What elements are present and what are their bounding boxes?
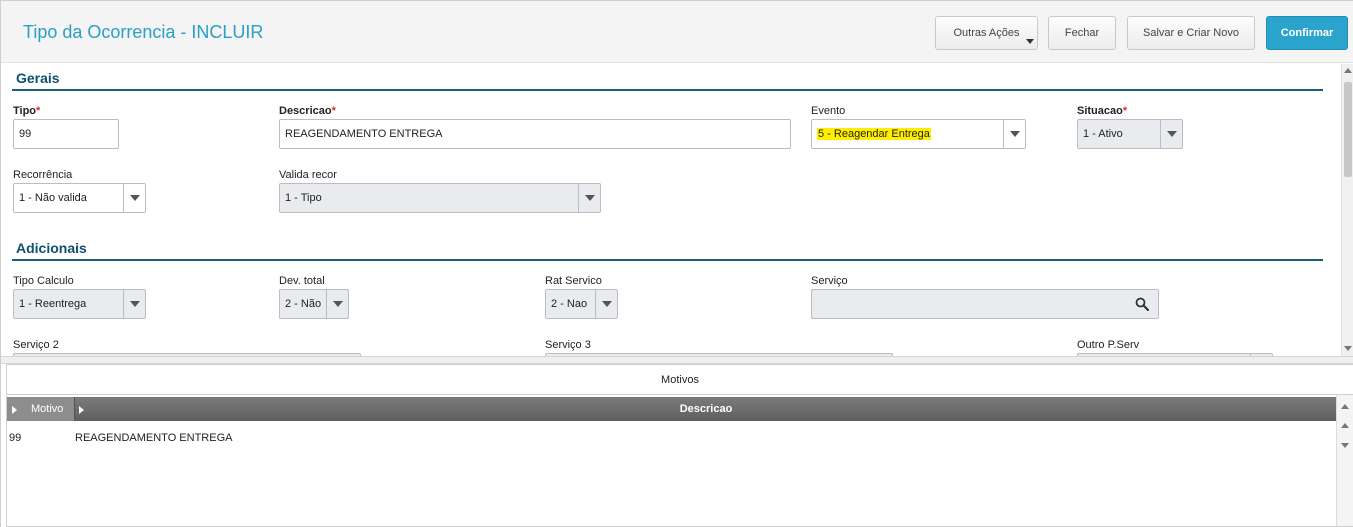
dev-total-label: Dev. total: [279, 275, 325, 287]
valida-recor-select[interactable]: 1 - Tipo: [279, 183, 601, 213]
dev-total-select[interactable]: 2 - Não: [279, 289, 349, 319]
evento-label: Evento: [811, 105, 846, 117]
section-title-gerais: Gerais: [16, 70, 60, 86]
search-icon[interactable]: [1135, 297, 1149, 311]
panel-splitter[interactable]: [1, 356, 1353, 364]
evento-value: 5 - Reagendar Entrega: [817, 128, 931, 140]
rat-servico-label: Rat Servico: [545, 275, 602, 287]
scroll-down-icon[interactable]: [1344, 346, 1352, 351]
tipo-calculo-value: 1 - Reentrega: [19, 298, 87, 310]
grid-header: Motivo Descricao: [7, 397, 1337, 421]
section-title-adicionais: Adicionais: [16, 240, 87, 256]
chevron-down-icon[interactable]: [123, 290, 145, 318]
scroll-down-icon[interactable]: [1341, 443, 1349, 448]
scroll-top-icon[interactable]: [1341, 404, 1349, 409]
column-menu-icon[interactable]: [12, 406, 17, 414]
recorrencia-select[interactable]: 1 - Não valida: [13, 183, 146, 213]
form-scrollbar[interactable]: [1341, 64, 1353, 356]
evento-select[interactable]: 5 - Reagendar Entrega: [811, 119, 1026, 149]
servico3-label: Serviço 3: [545, 339, 591, 351]
tipo-calculo-select[interactable]: 1 - Reentrega: [13, 289, 146, 319]
fechar-button[interactable]: Fechar: [1048, 16, 1116, 50]
outras-acoes-button[interactable]: Outras Ações: [935, 16, 1038, 50]
motivos-grid: Motivo Descricao 99 REAGENDAMENTO ENTREG…: [6, 394, 1353, 527]
scroll-up-icon[interactable]: [1344, 68, 1352, 73]
descricao-input[interactable]: REAGENDAMENTO ENTREGA: [279, 119, 791, 149]
situacao-value: 1 - Ativo: [1083, 128, 1123, 140]
chevron-down-icon[interactable]: [326, 290, 348, 318]
tipo-calculo-label: Tipo Calculo: [13, 275, 74, 287]
recorrencia-label: Recorrência: [13, 169, 73, 181]
scroll-up-icon[interactable]: [1341, 423, 1349, 428]
header-bar: Tipo da Ocorrencia - INCLUIR Outras Açõe…: [1, 0, 1353, 63]
cell-descricao: REAGENDAMENTO ENTREGA: [75, 432, 233, 444]
chevron-down-icon[interactable]: [1003, 120, 1025, 148]
section-divider: [12, 259, 1323, 261]
recorrencia-value: 1 - Não valida: [19, 192, 87, 204]
servico2-label: Serviço 2: [13, 339, 59, 351]
chevron-down-icon[interactable]: [1160, 120, 1182, 148]
outro-pserv-label: Outro P.Serv: [1077, 339, 1140, 351]
chevron-down-icon: [1026, 39, 1034, 44]
table-row[interactable]: 99 REAGENDAMENTO ENTREGA: [7, 432, 1337, 446]
rat-servico-select[interactable]: 2 - Nao: [545, 289, 618, 319]
confirmar-button[interactable]: Confirmar: [1266, 16, 1348, 50]
form-panel: Gerais Tipo* 99 Descricao* REAGENDAMENTO…: [1, 64, 1341, 356]
cell-motivo: 99: [9, 432, 22, 444]
servico-input[interactable]: [811, 289, 1159, 319]
valida-recor-label: Valida recor: [279, 169, 337, 181]
column-header-descricao[interactable]: Descricao: [75, 397, 1337, 421]
situacao-select[interactable]: 1 - Ativo: [1077, 119, 1183, 149]
chevron-down-icon[interactable]: [578, 184, 600, 212]
salvar-criar-novo-button[interactable]: Salvar e Criar Novo: [1127, 16, 1255, 50]
descricao-label: Descricao*: [279, 105, 336, 117]
section-divider: [12, 89, 1323, 91]
column-header-motivo[interactable]: Motivo: [7, 397, 75, 421]
chevron-down-icon[interactable]: [123, 184, 145, 212]
situacao-label: Situacao*: [1077, 105, 1128, 117]
motivos-title: Motivos: [6, 364, 1353, 394]
rat-servico-value: 2 - Nao: [551, 298, 588, 310]
valida-recor-value: 1 - Tipo: [285, 192, 322, 204]
tipo-input[interactable]: 99: [13, 119, 119, 149]
grid-scrollbar[interactable]: [1336, 395, 1353, 526]
app-window: Tipo da Ocorrencia - INCLUIR Outras Açõe…: [0, 0, 1353, 527]
chevron-down-icon[interactable]: [595, 290, 617, 318]
dev-total-value: 2 - Não: [285, 298, 322, 310]
tipo-label: Tipo*: [13, 105, 41, 117]
page-title: Tipo da Ocorrencia - INCLUIR: [23, 22, 264, 42]
scrollbar-thumb[interactable]: [1344, 82, 1352, 177]
servico-label: Serviço: [811, 275, 848, 287]
outras-acoes-label: Outras Ações: [953, 27, 1020, 39]
